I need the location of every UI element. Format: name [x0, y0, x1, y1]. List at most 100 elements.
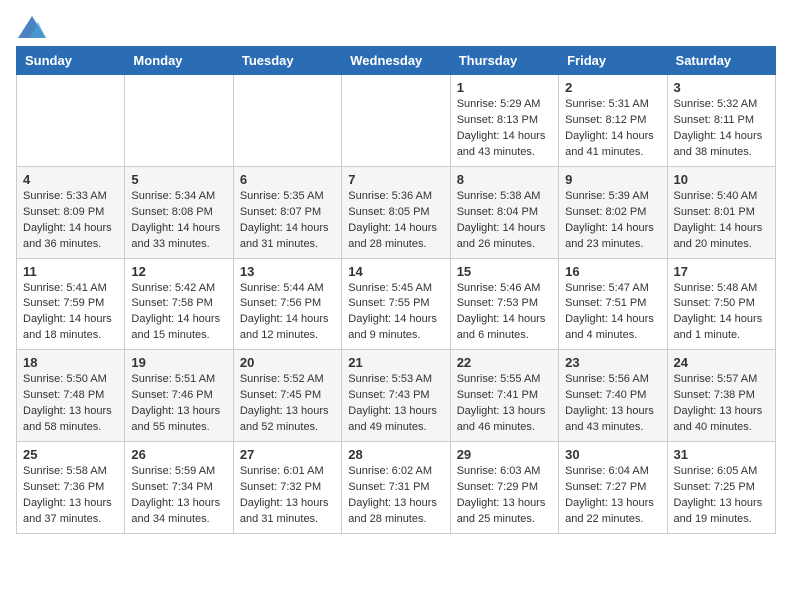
day-info: Sunrise: 5:42 AM Sunset: 7:58 PM Dayligh…	[131, 281, 226, 345]
day-number: 19	[131, 355, 226, 370]
day-number: 23	[565, 355, 660, 370]
day-number: 22	[457, 355, 552, 370]
day-info: Sunrise: 5:58 AM Sunset: 7:36 PM Dayligh…	[23, 464, 118, 528]
day-info: Sunrise: 5:56 AM Sunset: 7:40 PM Dayligh…	[565, 372, 660, 436]
day-info: Sunrise: 5:45 AM Sunset: 7:55 PM Dayligh…	[348, 281, 443, 345]
calendar-cell: 15 Sunrise: 5:46 AM Sunset: 7:53 PM Dayli…	[450, 258, 558, 350]
day-info: Sunrise: 6:04 AM Sunset: 7:27 PM Dayligh…	[565, 464, 660, 528]
calendar-cell: 14 Sunrise: 5:45 AM Sunset: 7:55 PM Dayli…	[342, 258, 450, 350]
day-info: Sunrise: 5:52 AM Sunset: 7:45 PM Dayligh…	[240, 372, 335, 436]
calendar-cell: 17 Sunrise: 5:48 AM Sunset: 7:50 PM Dayli…	[667, 258, 775, 350]
day-number: 12	[131, 264, 226, 279]
day-info: Sunrise: 5:39 AM Sunset: 8:02 PM Dayligh…	[565, 189, 660, 253]
day-number: 18	[23, 355, 118, 370]
column-header-wednesday: Wednesday	[342, 47, 450, 75]
day-info: Sunrise: 5:31 AM Sunset: 8:12 PM Dayligh…	[565, 97, 660, 161]
calendar-week-row: 18 Sunrise: 5:50 AM Sunset: 7:48 PM Dayli…	[17, 350, 776, 442]
calendar-table: SundayMondayTuesdayWednesdayThursdayFrid…	[16, 46, 776, 534]
calendar-cell: 18 Sunrise: 5:50 AM Sunset: 7:48 PM Dayli…	[17, 350, 125, 442]
calendar-cell: 23 Sunrise: 5:56 AM Sunset: 7:40 PM Dayli…	[559, 350, 667, 442]
day-number: 15	[457, 264, 552, 279]
day-number: 26	[131, 447, 226, 462]
calendar-cell: 22 Sunrise: 5:55 AM Sunset: 7:41 PM Dayli…	[450, 350, 558, 442]
calendar-cell: 9 Sunrise: 5:39 AM Sunset: 8:02 PM Daylig…	[559, 166, 667, 258]
calendar-week-row: 1 Sunrise: 5:29 AM Sunset: 8:13 PM Daylig…	[17, 75, 776, 167]
calendar-cell: 21 Sunrise: 5:53 AM Sunset: 7:43 PM Dayli…	[342, 350, 450, 442]
day-info: Sunrise: 5:44 AM Sunset: 7:56 PM Dayligh…	[240, 281, 335, 345]
calendar-cell: 28 Sunrise: 6:02 AM Sunset: 7:31 PM Dayli…	[342, 442, 450, 534]
calendar-week-row: 4Sunrise: 5:33 AM Sunset: 8:09 PM Daylig…	[17, 166, 776, 258]
day-info: Sunrise: 5:46 AM Sunset: 7:53 PM Dayligh…	[457, 281, 552, 345]
calendar-cell: 6 Sunrise: 5:35 AM Sunset: 8:07 PM Daylig…	[233, 166, 341, 258]
day-number: 8	[457, 172, 552, 187]
day-info: Sunrise: 5:50 AM Sunset: 7:48 PM Dayligh…	[23, 372, 118, 436]
calendar-cell: 30 Sunrise: 6:04 AM Sunset: 7:27 PM Dayli…	[559, 442, 667, 534]
logo	[16, 16, 46, 38]
calendar-cell: 7Sunrise: 5:36 AM Sunset: 8:05 PM Daylig…	[342, 166, 450, 258]
day-info: Sunrise: 5:35 AM Sunset: 8:07 PM Dayligh…	[240, 189, 335, 253]
day-number: 21	[348, 355, 443, 370]
calendar-cell: 29 Sunrise: 6:03 AM Sunset: 7:29 PM Dayli…	[450, 442, 558, 534]
logo-icon	[18, 16, 46, 38]
day-number: 5	[131, 172, 226, 187]
day-info: Sunrise: 5:47 AM Sunset: 7:51 PM Dayligh…	[565, 281, 660, 345]
column-header-tuesday: Tuesday	[233, 47, 341, 75]
day-number: 14	[348, 264, 443, 279]
day-info: Sunrise: 5:36 AM Sunset: 8:05 PM Dayligh…	[348, 189, 443, 253]
day-number: 30	[565, 447, 660, 462]
calendar-cell: 13Sunrise: 5:44 AM Sunset: 7:56 PM Dayli…	[233, 258, 341, 350]
day-number: 29	[457, 447, 552, 462]
page-header	[16, 16, 776, 38]
day-info: Sunrise: 5:33 AM Sunset: 8:09 PM Dayligh…	[23, 189, 118, 253]
day-info: Sunrise: 5:34 AM Sunset: 8:08 PM Dayligh…	[131, 189, 226, 253]
day-number: 3	[674, 80, 769, 95]
day-info: Sunrise: 5:48 AM Sunset: 7:50 PM Dayligh…	[674, 281, 769, 345]
calendar-cell: 27 Sunrise: 6:01 AM Sunset: 7:32 PM Dayli…	[233, 442, 341, 534]
day-info: Sunrise: 6:02 AM Sunset: 7:31 PM Dayligh…	[348, 464, 443, 528]
day-number: 1	[457, 80, 552, 95]
calendar-cell: 1 Sunrise: 5:29 AM Sunset: 8:13 PM Daylig…	[450, 75, 558, 167]
calendar-cell	[342, 75, 450, 167]
column-header-thursday: Thursday	[450, 47, 558, 75]
day-info: Sunrise: 5:29 AM Sunset: 8:13 PM Dayligh…	[457, 97, 552, 161]
calendar-cell	[233, 75, 341, 167]
calendar-cell: 31 Sunrise: 6:05 AM Sunset: 7:25 PM Dayli…	[667, 442, 775, 534]
day-number: 28	[348, 447, 443, 462]
day-number: 2	[565, 80, 660, 95]
day-info: Sunrise: 6:05 AM Sunset: 7:25 PM Dayligh…	[674, 464, 769, 528]
calendar-cell: 5 Sunrise: 5:34 AM Sunset: 8:08 PM Daylig…	[125, 166, 233, 258]
day-info: Sunrise: 6:01 AM Sunset: 7:32 PM Dayligh…	[240, 464, 335, 528]
calendar-cell	[125, 75, 233, 167]
day-info: Sunrise: 6:03 AM Sunset: 7:29 PM Dayligh…	[457, 464, 552, 528]
calendar-cell: 12 Sunrise: 5:42 AM Sunset: 7:58 PM Dayli…	[125, 258, 233, 350]
day-number: 24	[674, 355, 769, 370]
day-info: Sunrise: 5:55 AM Sunset: 7:41 PM Dayligh…	[457, 372, 552, 436]
calendar-cell: 10 Sunrise: 5:40 AM Sunset: 8:01 PM Dayli…	[667, 166, 775, 258]
day-number: 25	[23, 447, 118, 462]
day-number: 16	[565, 264, 660, 279]
day-info: Sunrise: 5:51 AM Sunset: 7:46 PM Dayligh…	[131, 372, 226, 436]
calendar-cell: 4Sunrise: 5:33 AM Sunset: 8:09 PM Daylig…	[17, 166, 125, 258]
calendar-week-row: 25 Sunrise: 5:58 AM Sunset: 7:36 PM Dayli…	[17, 442, 776, 534]
column-header-monday: Monday	[125, 47, 233, 75]
day-number: 20	[240, 355, 335, 370]
calendar-cell: 3 Sunrise: 5:32 AM Sunset: 8:11 PM Daylig…	[667, 75, 775, 167]
column-header-sunday: Sunday	[17, 47, 125, 75]
day-number: 10	[674, 172, 769, 187]
day-number: 17	[674, 264, 769, 279]
day-info: Sunrise: 5:40 AM Sunset: 8:01 PM Dayligh…	[674, 189, 769, 253]
day-number: 11	[23, 264, 118, 279]
day-number: 6	[240, 172, 335, 187]
day-info: Sunrise: 5:53 AM Sunset: 7:43 PM Dayligh…	[348, 372, 443, 436]
calendar-week-row: 11 Sunrise: 5:41 AM Sunset: 7:59 PM Dayli…	[17, 258, 776, 350]
calendar-cell: 26Sunrise: 5:59 AM Sunset: 7:34 PM Dayli…	[125, 442, 233, 534]
day-info: Sunrise: 5:32 AM Sunset: 8:11 PM Dayligh…	[674, 97, 769, 161]
calendar-cell: 20 Sunrise: 5:52 AM Sunset: 7:45 PM Dayli…	[233, 350, 341, 442]
day-info: Sunrise: 5:41 AM Sunset: 7:59 PM Dayligh…	[23, 281, 118, 345]
day-number: 31	[674, 447, 769, 462]
day-number: 9	[565, 172, 660, 187]
column-header-saturday: Saturday	[667, 47, 775, 75]
day-info: Sunrise: 5:57 AM Sunset: 7:38 PM Dayligh…	[674, 372, 769, 436]
calendar-cell: 25 Sunrise: 5:58 AM Sunset: 7:36 PM Dayli…	[17, 442, 125, 534]
day-number: 27	[240, 447, 335, 462]
